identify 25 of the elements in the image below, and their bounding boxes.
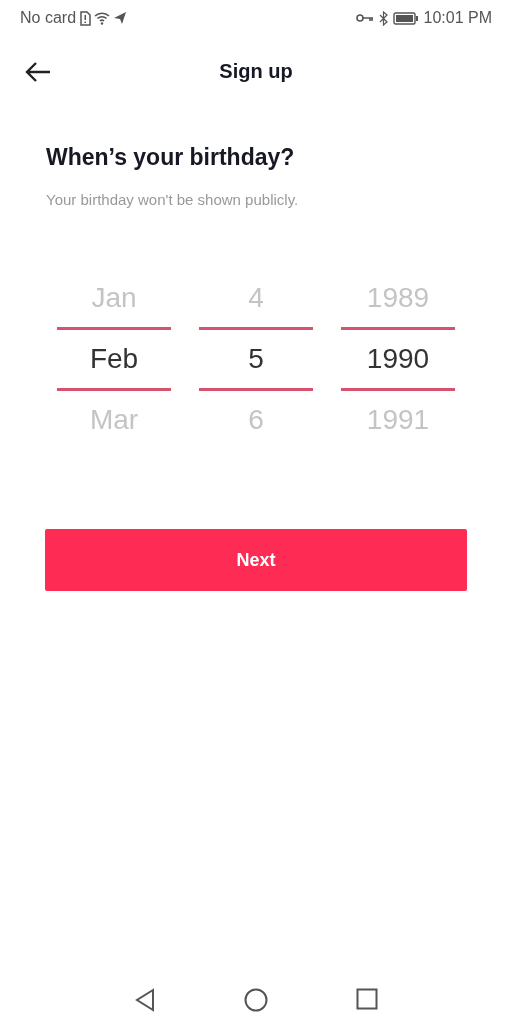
key-icon <box>355 13 374 23</box>
picker-option[interactable]: Feb <box>57 330 171 388</box>
picker-option[interactable]: 1989 <box>341 269 455 327</box>
recents-nav-icon[interactable] <box>356 988 378 1010</box>
picker-option[interactable]: 5 <box>199 330 313 388</box>
back-arrow-icon <box>24 61 52 83</box>
picker-option[interactable]: 6 <box>199 391 313 449</box>
picker-option[interactable]: 1990 <box>341 330 455 388</box>
picker-option[interactable]: Mar <box>57 391 171 449</box>
back-nav-icon[interactable] <box>134 988 156 1012</box>
picker-option[interactable]: 4 <box>199 269 313 327</box>
clock-time: 10:01 PM <box>423 8 492 28</box>
wifi-icon <box>94 11 111 25</box>
privacy-note: Your birthday won't be shown publicly. <box>46 189 300 210</box>
page-title: Sign up <box>219 59 293 84</box>
picker-option[interactable]: 1991 <box>341 391 455 449</box>
send-icon <box>113 11 128 25</box>
sim-alert-icon <box>79 10 92 26</box>
battery-icon <box>392 11 419 25</box>
next-button[interactable]: Next <box>45 529 467 591</box>
carrier-label: No card <box>20 8 77 28</box>
birthday-heading: When’s your birthday? <box>46 143 296 172</box>
picker-option[interactable]: Jan <box>57 269 171 327</box>
bluetooth-icon <box>378 10 388 26</box>
home-nav-icon[interactable] <box>244 988 268 1012</box>
